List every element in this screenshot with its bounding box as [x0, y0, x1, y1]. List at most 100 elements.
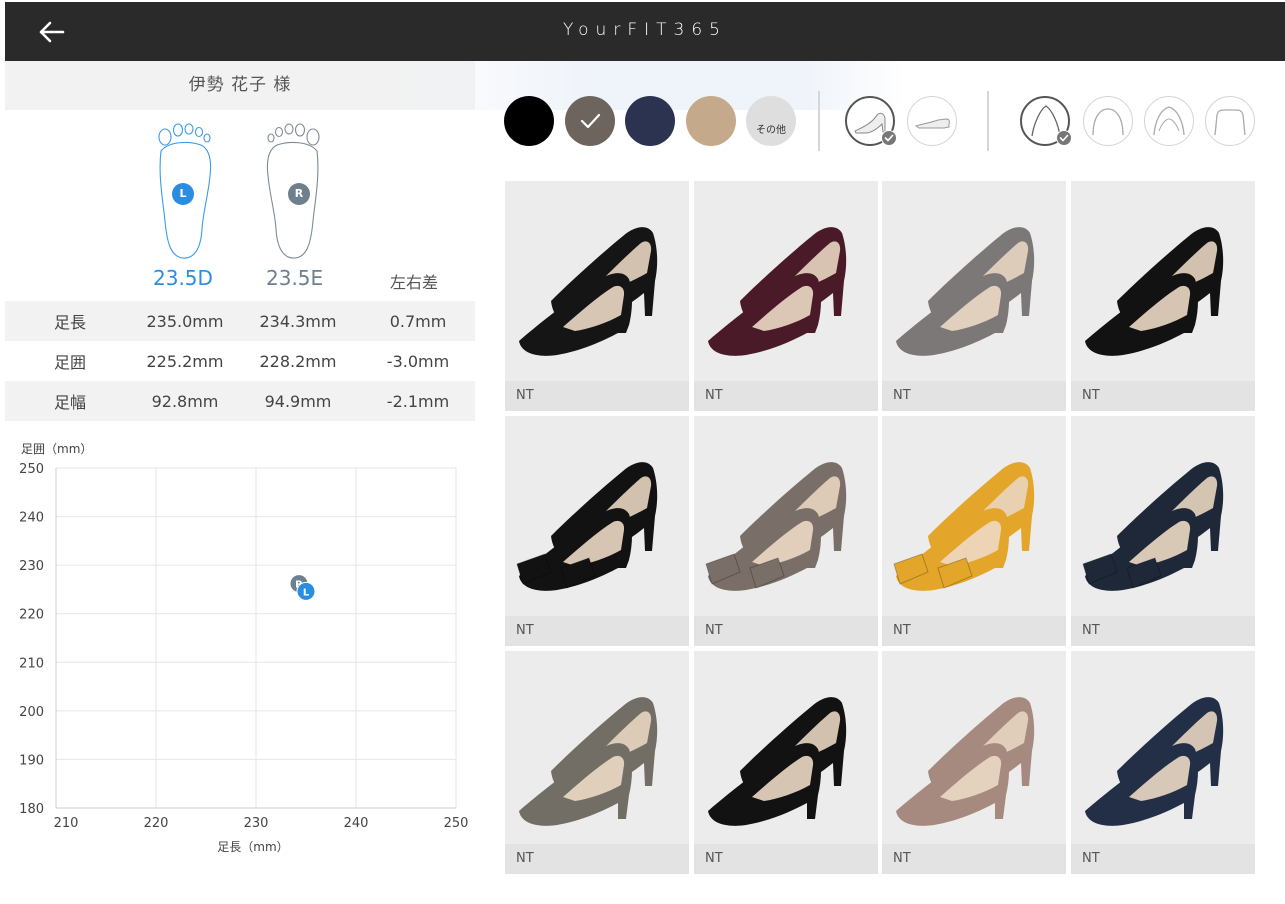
left-foot[interactable]: L: [155, 121, 215, 265]
check-icon: [580, 113, 601, 129]
table-row: 足長 235.0mm 234.3mm 0.7mm: [5, 301, 475, 341]
left-value: 225.2mm: [146, 351, 224, 371]
shoe-image: [519, 227, 658, 356]
right-value: 234.3mm: [259, 311, 337, 331]
shoe-image: [705, 462, 847, 591]
left-foot-size: 23.5D: [153, 266, 213, 290]
shoe-image: [708, 227, 847, 356]
table-row: 足囲 225.2mm 228.2mm -3.0mm: [5, 341, 475, 381]
heel-type-high-heel[interactable]: [845, 96, 897, 146]
shoe-image: [896, 227, 1035, 356]
y-tick-label: 210: [19, 656, 44, 671]
toe-shape-square[interactable]: [1205, 96, 1255, 146]
product-card[interactable]: NT: [694, 651, 878, 874]
diff-value: 0.7mm: [389, 311, 447, 331]
measurement-table: 足長 235.0mm 234.3mm 0.7mm 足囲 225.2mm 228.…: [5, 301, 475, 421]
toe-shape-almond[interactable]: [1144, 96, 1194, 146]
divider: [987, 91, 989, 151]
color-swatch-beige[interactable]: [686, 96, 736, 146]
product-label: NT: [1071, 616, 1255, 646]
y-tick-label: 250: [19, 462, 44, 477]
scatter-chart: 足囲（mm） 250 240 230 220 210 200 190 180 210 220 230 2…: [19, 442, 469, 854]
product-card[interactable]: NT: [694, 416, 878, 646]
x-tick-label: 230: [244, 816, 269, 831]
toe-shape-pointed[interactable]: [1020, 96, 1072, 146]
table-row: 足幅 92.8mm 94.9mm -2.1mm: [5, 381, 475, 421]
row-label: 足囲: [53, 353, 86, 372]
shoe-image: [519, 697, 658, 826]
product-card[interactable]: NT: [1071, 416, 1255, 646]
x-tick-label: 220: [144, 816, 169, 831]
y-tick-label: 190: [19, 753, 44, 768]
color-other-label: その他: [756, 125, 786, 136]
y-axis-label: 足囲（mm）: [21, 442, 92, 456]
product-card[interactable]: NT: [694, 181, 878, 411]
product-card[interactable]: NT: [1071, 651, 1255, 874]
product-label: NT: [694, 844, 878, 874]
y-tick-label: 180: [19, 802, 44, 817]
product-label: NT: [1071, 844, 1255, 874]
right-foot-size: 23.5E: [266, 266, 324, 290]
foot-size-chart: 足囲（mm） 250 240 230 220 210 200 190 180 210 220 230 2…: [5, 436, 475, 866]
product-label: NT: [1071, 381, 1255, 411]
product-label: NT: [882, 844, 1066, 874]
shoe-image: [1082, 462, 1224, 591]
shoe-image: [1085, 697, 1224, 826]
y-tick-label: 240: [19, 511, 44, 526]
right-foot-badge: R: [288, 183, 310, 205]
right-value: 228.2mm: [259, 351, 337, 371]
right-value: 94.9mm: [264, 391, 332, 411]
product-label: NT: [505, 381, 689, 411]
left-value: 92.8mm: [151, 391, 219, 411]
x-tick-label: 240: [344, 816, 369, 831]
data-point-label: L: [303, 587, 310, 598]
diff-title: 左右差: [390, 273, 439, 292]
product-card[interactable]: NT: [1071, 181, 1255, 411]
diff-value: -3.0mm: [386, 351, 450, 371]
app-title: YourFIT365: [563, 20, 727, 40]
product-panel: その他 NT NT NT NT NT NT NT NT NT NT NT NT: [385, 61, 1285, 904]
row-label: 足幅: [53, 393, 86, 412]
color-swatch-navy[interactable]: [625, 96, 675, 146]
y-tick-label: 200: [19, 705, 44, 720]
square-toe-icon: [1214, 109, 1246, 136]
almond-toe-icon: [1153, 106, 1185, 136]
left-foot-badge: L: [172, 183, 194, 205]
x-tick-label: 210: [54, 816, 79, 831]
round-toe-icon: [1092, 108, 1124, 136]
color-swatch-taupe[interactable]: [565, 96, 615, 146]
y-tick-label: 220: [19, 608, 44, 623]
product-label: NT: [694, 616, 878, 646]
product-label: NT: [505, 844, 689, 874]
product-label: NT: [882, 381, 1066, 411]
product-card[interactable]: NT: [882, 416, 1066, 646]
product-card[interactable]: NT: [505, 416, 689, 646]
top-bar: YourFIT365: [5, 2, 1285, 61]
shoe-image: [893, 462, 1035, 591]
row-label: 足長: [53, 313, 86, 332]
shoe-image: [1085, 227, 1224, 356]
heel-type-flat[interactable]: [907, 96, 957, 146]
measurement-panel: 伊勢 花子 様 L R 23.5D 23.5E 左右差 足長 235.0mm 2…: [5, 61, 475, 904]
product-card[interactable]: NT: [882, 651, 1066, 874]
product-card[interactable]: NT: [882, 181, 1066, 411]
shoe-image: [708, 697, 847, 826]
selected-check-icon: [881, 130, 897, 146]
product-label: NT: [505, 616, 689, 646]
shoe-image: [516, 462, 658, 591]
product-card[interactable]: NT: [505, 651, 689, 874]
color-swatch-other[interactable]: その他: [746, 96, 796, 146]
selected-check-icon: [1056, 130, 1072, 146]
divider: [818, 91, 820, 151]
x-tick-label: 250: [444, 816, 469, 831]
product-card[interactable]: NT: [505, 181, 689, 411]
diff-value: -2.1mm: [386, 391, 450, 411]
toe-shape-round[interactable]: [1083, 96, 1133, 146]
x-axis-label: 足長（mm）: [217, 840, 288, 854]
product-label: NT: [694, 381, 878, 411]
right-foot[interactable]: R: [263, 121, 323, 265]
color-swatch-black[interactable]: [504, 96, 554, 146]
y-tick-label: 230: [19, 559, 44, 574]
shoe-image: [896, 697, 1035, 826]
product-label: NT: [882, 616, 1066, 646]
